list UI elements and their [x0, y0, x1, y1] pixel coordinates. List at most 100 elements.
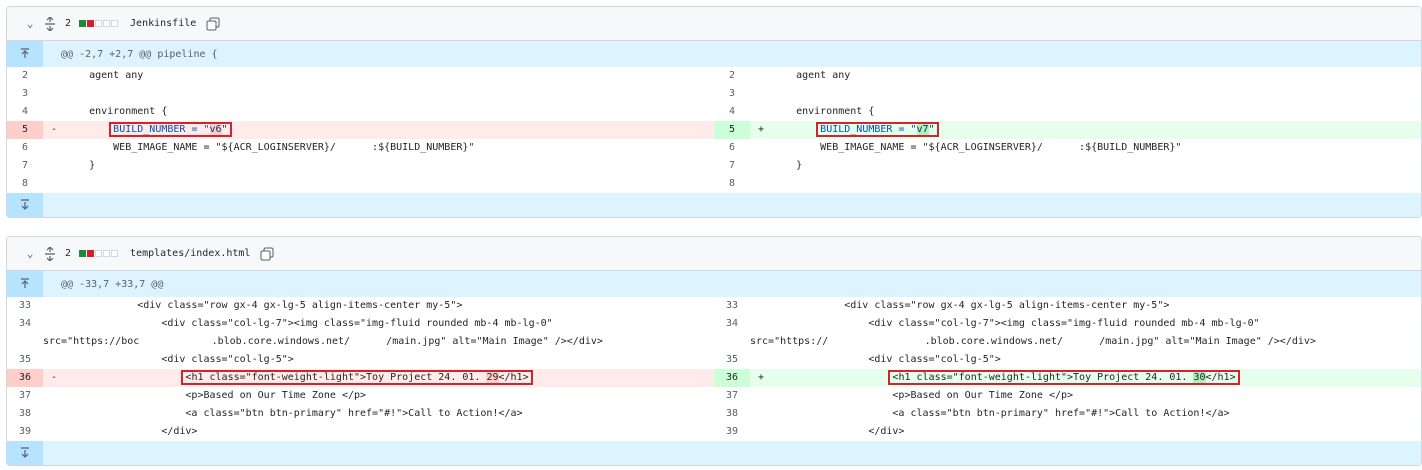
line-number[interactable]: 35: [714, 351, 750, 369]
line-number[interactable]: 34: [714, 315, 750, 333]
line-number[interactable]: 3: [714, 85, 750, 103]
expand-up-icon[interactable]: [7, 271, 43, 297]
changed-token: 29: [486, 372, 499, 383]
left-side: 33 <div class="row gx-4 gx-lg-5 align-it…: [7, 297, 714, 441]
diff-line: 33 <div class="row gx-4 gx-lg-5 align-it…: [7, 297, 714, 315]
code-text: <p>Based on Our Time Zone </p>: [772, 390, 1074, 401]
line-number[interactable]: 6: [714, 139, 750, 157]
code-text: </div>: [65, 426, 198, 437]
line-number[interactable]: 2: [7, 67, 43, 85]
code-text: environment {: [65, 106, 168, 117]
diff-line: 8: [7, 175, 714, 193]
line-number[interactable]: 7: [714, 157, 750, 175]
line-number[interactable]: 38: [714, 405, 750, 423]
diff-line: 7 }: [7, 157, 714, 175]
diff-line: 33 <div class="row gx-4 gx-lg-5 align-it…: [714, 297, 1421, 315]
diff-line: 6 WEB_IMAGE_NAME = "${ACR_LOGINSERVER}/ …: [7, 139, 714, 157]
line-number[interactable]: 5: [7, 121, 43, 139]
line-number[interactable]: 33: [714, 297, 750, 315]
code-text: src="https:// .blob.core.windows.net/ /m…: [750, 336, 1316, 347]
line-number[interactable]: 4: [714, 103, 750, 121]
code-text: WEB_IMAGE_NAME = "${ACR_LOGINSERVER}/ :$…: [65, 142, 475, 153]
code-text: <h1 class="font-weight-light">Toy Projec…: [772, 369, 1421, 387]
line-number[interactable]: 34: [7, 315, 43, 333]
code-text: WEB_IMAGE_NAME = "${ACR_LOGINSERVER}/ :$…: [772, 142, 1182, 153]
diff-line: 2 agent any: [714, 67, 1421, 85]
code-text: BUILD_NUMBER = "v6": [65, 121, 714, 139]
unfold-icon[interactable]: [43, 246, 57, 261]
unfold-icon[interactable]: [43, 16, 57, 31]
code-text: environment {: [772, 106, 875, 117]
deletion-marker: -: [50, 124, 58, 135]
changed-token: 30: [1193, 372, 1206, 383]
line-number[interactable]: 37: [714, 387, 750, 405]
diff-line: 2 agent any: [7, 67, 714, 85]
file-name[interactable]: templates/index.html: [130, 248, 250, 259]
diffstat: [79, 20, 119, 27]
expand-down-icon[interactable]: [7, 193, 43, 217]
expand-footer: [7, 193, 1421, 217]
changed-token: v6: [209, 124, 222, 135]
change-count: 2: [65, 18, 72, 29]
change-count: 2: [65, 248, 72, 259]
chevron-down-icon[interactable]: ⌄: [23, 17, 37, 30]
line-number[interactable]: 39: [7, 423, 43, 441]
diffstat: [79, 250, 119, 257]
diff-line: 6 WEB_IMAGE_NAME = "${ACR_LOGINSERVER}/ …: [714, 139, 1421, 157]
added-line: 36 + <h1 class="font-weight-light">Toy Pr…: [714, 369, 1421, 387]
expand-down-icon[interactable]: [7, 441, 43, 465]
hunk-header: @@ -33,7 +33,7 @@: [7, 271, 1421, 297]
line-number[interactable]: 3: [7, 85, 43, 103]
diff-line-wrap: src="https://boc .blob.core.windows.net/…: [7, 333, 714, 351]
line-number[interactable]: 8: [7, 175, 43, 193]
line-number[interactable]: 39: [714, 423, 750, 441]
line-number[interactable]: 36: [7, 369, 43, 387]
diff-line: 37 <p>Based on Our Time Zone </p>: [714, 387, 1421, 405]
highlight-box: BUILD_NUMBER = "v7": [816, 122, 939, 137]
copy-icon[interactable]: [260, 247, 274, 261]
code-text: <p>Based on Our Time Zone </p>: [65, 390, 367, 401]
line-number[interactable]: 35: [7, 351, 43, 369]
highlight-box: <h1 class="font-weight-light">Toy Projec…: [888, 370, 1240, 385]
code-text: <div class="row gx-4 gx-lg-5 align-items…: [65, 300, 463, 311]
added-line: 5 + BUILD_NUMBER = "v7": [714, 121, 1421, 139]
copy-icon[interactable]: [206, 17, 220, 31]
addition-marker: +: [757, 372, 765, 383]
deletion-marker: -: [50, 372, 58, 383]
changed-token: v7: [916, 124, 929, 135]
line-number[interactable]: 38: [7, 405, 43, 423]
expand-up-icon[interactable]: [7, 41, 43, 67]
diff-line: 4 environment {: [714, 103, 1421, 121]
line-number[interactable]: 8: [714, 175, 750, 193]
hunk-text: @@ -2,7 +2,7 @@ pipeline {: [61, 48, 218, 60]
diff-file-jenkinsfile: ⌄ 2 Jenkinsfile @@ -2,7 +2,7 @@ pipeline…: [6, 6, 1422, 218]
diff-line: 34 <div class="col-lg-7"><img class="img…: [714, 315, 1421, 333]
code-text: </div>: [772, 426, 905, 437]
left-side: 2 agent any 3 4 environment { 5- BUILD_N…: [7, 67, 714, 193]
line-number[interactable]: 2: [714, 67, 750, 85]
diff-line: 39 </div>: [714, 423, 1421, 441]
line-number[interactable]: 4: [7, 103, 43, 121]
hunk-header: @@ -2,7 +2,7 @@ pipeline {: [7, 41, 1421, 67]
diff-line: 3: [714, 85, 1421, 103]
file-name[interactable]: Jenkinsfile: [130, 18, 196, 29]
line-number[interactable]: 37: [7, 387, 43, 405]
diff-rows: 33 <div class="row gx-4 gx-lg-5 align-it…: [7, 297, 1421, 441]
line-number[interactable]: 33: [7, 297, 43, 315]
diff-line: 4 environment {: [7, 103, 714, 121]
line-number[interactable]: 7: [7, 157, 43, 175]
line-number[interactable]: 5: [714, 121, 750, 139]
file-header: ⌄ 2 Jenkinsfile: [7, 7, 1421, 41]
line-number[interactable]: 6: [7, 139, 43, 157]
code-text: agent any: [772, 70, 851, 81]
hunk-text: @@ -33,7 +33,7 @@: [61, 278, 164, 290]
addition-marker: +: [757, 124, 765, 135]
diff-file-index-html: ⌄ 2 templates/index.html @@ -33,7 +33,7 …: [6, 236, 1422, 466]
line-number[interactable]: 36: [714, 369, 750, 387]
right-side: 2 agent any 3 4 environment { 5 + BUILD_N…: [714, 67, 1421, 193]
diff-line: 37 <p>Based on Our Time Zone </p>: [7, 387, 714, 405]
chevron-down-icon[interactable]: ⌄: [23, 247, 37, 260]
diff-line: 3: [7, 85, 714, 103]
